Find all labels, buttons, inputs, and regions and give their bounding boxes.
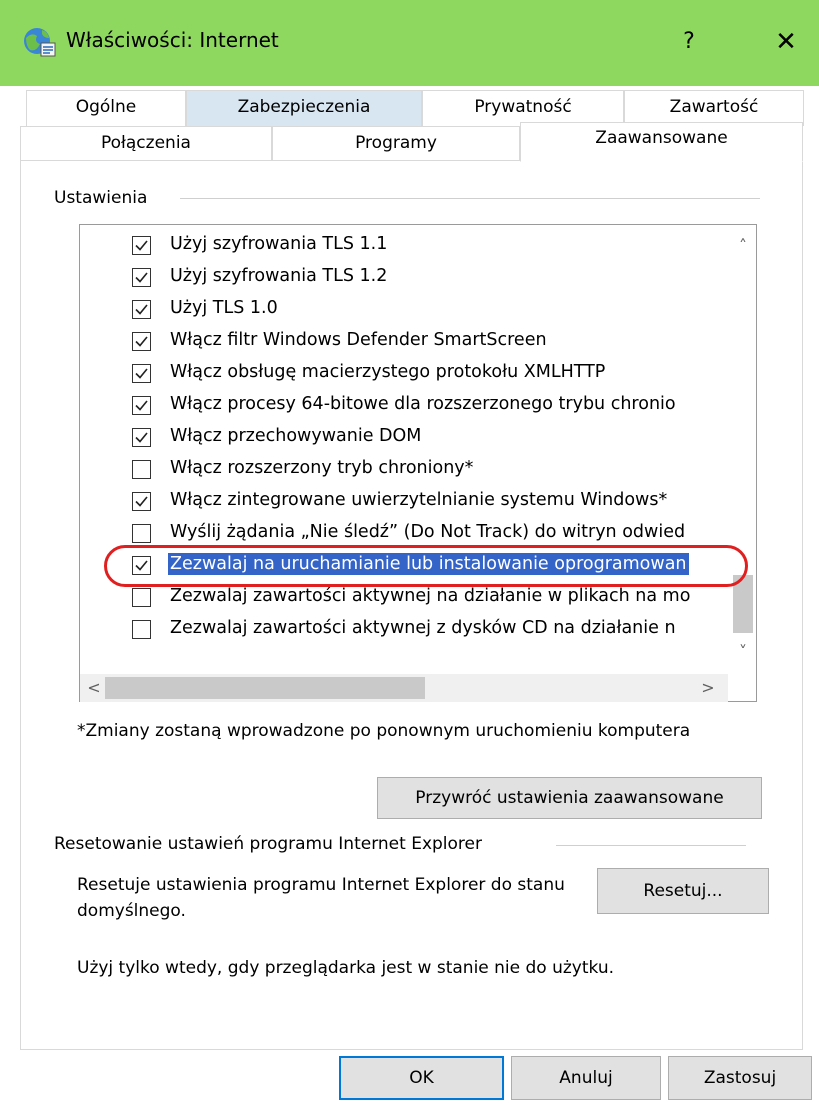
list-item[interactable]: Użyj TLS 1.0 (132, 295, 732, 327)
apply-button[interactable]: Zastosuj (668, 1056, 812, 1100)
tab-programy[interactable]: Programy (272, 126, 520, 162)
checkbox[interactable] (132, 620, 151, 639)
title-bar: Właściwości: Internet ? ✕ (0, 0, 819, 86)
list-item[interactable]: Włącz procesy 64-bitowe dla rozszerzoneg… (132, 391, 732, 423)
tab-zabezpieczenia[interactable]: Zabezpieczenia (186, 90, 422, 126)
help-button[interactable]: ? (672, 22, 706, 62)
list-item[interactable]: Zezwalaj zawartości aktywnej na działani… (132, 583, 732, 615)
list-item[interactable]: Włącz zintegrowane uwierzytelnianie syst… (132, 487, 732, 519)
scroll-right-icon[interactable]: > (698, 678, 718, 697)
reset-section-divider (556, 845, 746, 846)
list-item[interactable]: Włącz rozszerzony tryb chroniony* (132, 455, 732, 487)
highlight-annotation (104, 545, 748, 587)
checkbox[interactable] (132, 268, 151, 287)
list-item-label: Włącz zintegrowane uwierzytelnianie syst… (170, 490, 668, 510)
ok-button[interactable]: OK (339, 1056, 504, 1100)
list-item[interactable]: Zezwalaj zawartości aktywnej z dysków CD… (132, 615, 732, 647)
tab-polaczenia[interactable]: Połączenia (20, 126, 272, 162)
tab-ogolne[interactable]: Ogólne (26, 90, 186, 126)
settings-group-divider (180, 198, 760, 199)
list-item[interactable]: Włącz obsługę macierzystego protokołu XM… (132, 359, 732, 391)
checkbox[interactable] (132, 428, 151, 447)
scroll-down-icon[interactable]: ˅ (733, 642, 753, 661)
checkbox[interactable] (132, 236, 151, 255)
cancel-button[interactable]: Anuluj (511, 1056, 661, 1100)
window-title: Właściwości: Internet (66, 28, 279, 52)
list-item[interactable]: Użyj szyfrowania TLS 1.1 (132, 231, 732, 263)
list-item-label: Zezwalaj zawartości aktywnej z dysków CD… (170, 618, 676, 638)
scroll-up-icon[interactable]: ˄ (733, 236, 753, 255)
tab-zaawansowane[interactable]: Zaawansowane (520, 122, 803, 162)
internet-options-icon (22, 24, 56, 58)
checkbox[interactable] (132, 300, 151, 319)
list-item-label: Użyj szyfrowania TLS 1.2 (170, 266, 388, 286)
checkbox[interactable] (132, 396, 151, 415)
checkbox[interactable] (132, 460, 151, 479)
list-item-label: Włącz procesy 64-bitowe dla rozszerzoneg… (170, 394, 676, 414)
list-item[interactable]: Włącz filtr Windows Defender SmartScreen (132, 327, 732, 359)
settings-list[interactable]: Użyj szyfrowania TLS 1.1 Użyj szyfrowani… (79, 224, 757, 702)
list-item-label: Włącz filtr Windows Defender SmartScreen (170, 330, 547, 350)
reset-warning: Użyj tylko wtedy, gdy przeglądarka jest … (77, 958, 615, 978)
list-item-label: Użyj szyfrowania TLS 1.1 (170, 234, 388, 254)
reset-section-title: Resetowanie ustawień programu Internet E… (54, 834, 482, 854)
checkbox[interactable] (132, 524, 151, 543)
checkbox[interactable] (132, 492, 151, 511)
reset-button[interactable]: Resetuj... (597, 868, 769, 914)
restore-defaults-button[interactable]: Przywróć ustawienia zaawansowane (377, 777, 762, 819)
list-item-label: Włącz rozszerzony tryb chroniony* (170, 458, 474, 478)
reset-description: Resetuje ustawienia programu Internet Ex… (77, 875, 565, 921)
tab-prywatnosc[interactable]: Prywatność (422, 90, 624, 126)
list-item-label: Użyj TLS 1.0 (170, 298, 278, 318)
list-item-label: Włącz obsługę macierzystego protokołu XM… (170, 362, 606, 382)
list-item[interactable]: Włącz przechowywanie DOM (132, 423, 732, 455)
close-button[interactable]: ✕ (766, 22, 806, 62)
checkbox[interactable] (132, 332, 151, 351)
list-item-label: Wyślij żądania „Nie śledź” (Do Not Track… (170, 522, 686, 542)
restart-note: *Zmiany zostaną wprowadzone po ponownym … (77, 721, 691, 741)
list-item[interactable]: Użyj szyfrowania TLS 1.2 (132, 263, 732, 295)
settings-group-title: Ustawienia (54, 188, 148, 208)
checkbox[interactable] (132, 364, 151, 383)
list-item-label: Włącz przechowywanie DOM (170, 426, 422, 446)
horizontal-scroll-thumb[interactable] (105, 677, 425, 699)
scroll-left-icon[interactable]: < (84, 678, 104, 697)
list-item-label: Zezwalaj zawartości aktywnej na działani… (170, 586, 691, 606)
tab-zawartosc[interactable]: Zawartość (624, 90, 804, 126)
checkbox[interactable] (132, 588, 151, 607)
